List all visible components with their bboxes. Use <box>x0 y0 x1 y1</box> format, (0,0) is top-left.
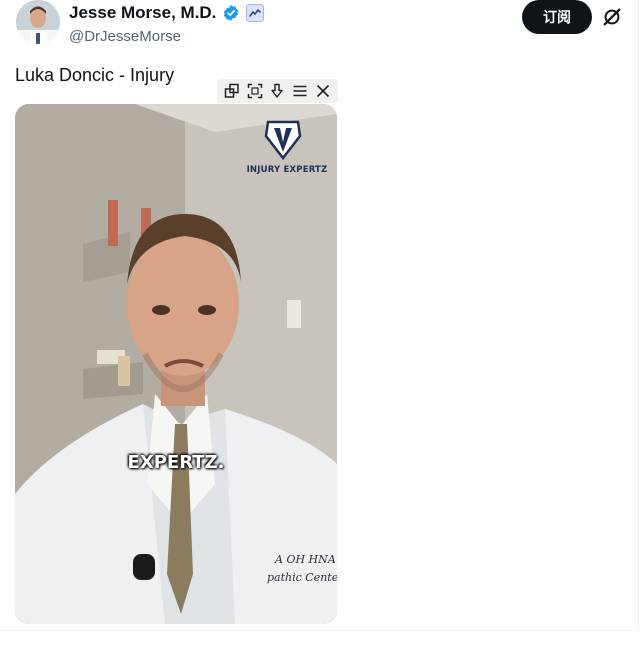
fullscreen-icon[interactable] <box>246 82 264 100</box>
download-icon[interactable] <box>268 82 286 100</box>
author-name[interactable]: Jesse Morse, M.D. <box>69 3 216 23</box>
video-frame <box>15 104 337 624</box>
close-icon[interactable] <box>314 82 332 100</box>
verified-badge-icon <box>222 4 240 22</box>
video-player[interactable]: INJURY EXPERTZ A OH HNA pathic Center <box>15 104 337 624</box>
video-caption: EXPERTZ. <box>127 452 225 473</box>
menu-icon[interactable] <box>291 82 309 100</box>
svg-text:pathic Center: pathic Center <box>267 571 337 584</box>
post-text: Luka Doncic - Injury <box>15 65 175 85</box>
video-watermark: INJURY EXPERTZ <box>246 165 328 175</box>
author-block: Jesse Morse, M.D. @DrJesseMorse <box>69 2 265 45</box>
avatar[interactable] <box>16 0 60 44</box>
author-handle[interactable]: @DrJesseMorse <box>69 28 264 45</box>
popout-icon[interactable] <box>223 82 241 100</box>
grok-icon[interactable] <box>601 6 623 28</box>
affiliation-badge-icon[interactable] <box>246 4 265 22</box>
svg-text:A OH HNA: A OH HNA <box>274 553 336 566</box>
subscribe-button[interactable]: 订阅 <box>522 0 592 34</box>
coat-embroidery: A OH HNA pathic Center <box>267 553 337 584</box>
pip-toolbar <box>217 79 338 103</box>
